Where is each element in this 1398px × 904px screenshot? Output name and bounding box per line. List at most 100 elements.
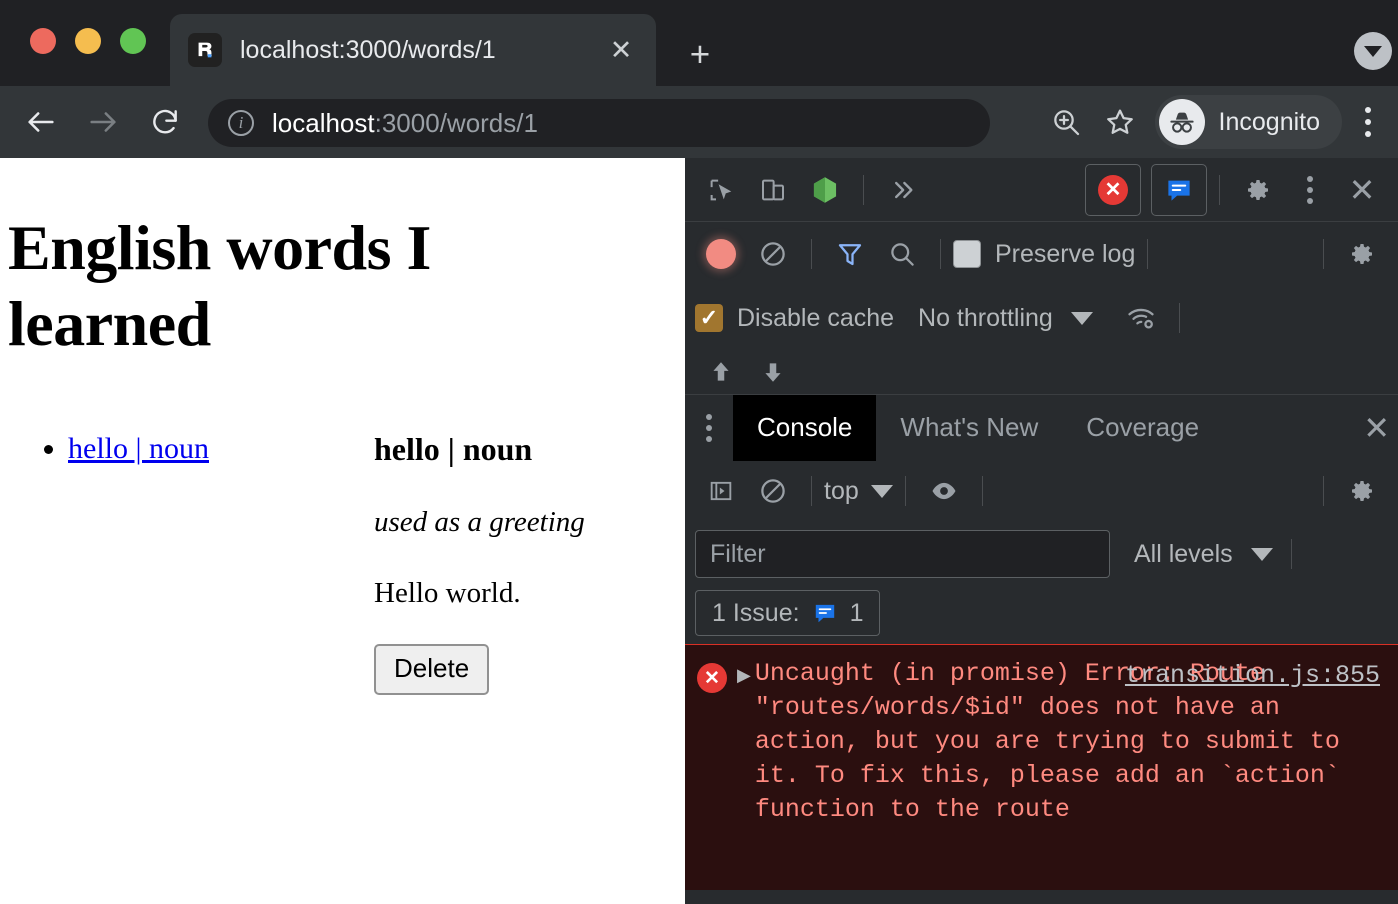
chevron-down-icon (1251, 548, 1273, 561)
kebab-menu-icon[interactable] (685, 395, 733, 461)
chevron-down-icon[interactable] (1354, 32, 1392, 70)
node-hexagon-icon[interactable] (799, 164, 851, 216)
console-error-source-link[interactable]: transition.js:855 (1125, 661, 1380, 690)
preserve-log-checkbox[interactable] (953, 240, 981, 268)
chevron-down-icon[interactable] (871, 485, 893, 498)
tab-whats-new[interactable]: What's New (876, 395, 1062, 461)
divider (940, 239, 941, 269)
device-toolbar-icon[interactable] (747, 164, 799, 216)
divider (811, 476, 812, 506)
info-circle-icon[interactable]: i (228, 110, 254, 136)
error-circle-icon: ✕ (697, 663, 727, 693)
tab-console[interactable]: Console (733, 395, 876, 461)
gear-icon[interactable] (1336, 465, 1388, 517)
console-sidebar-icon[interactable] (695, 465, 747, 517)
divider (1291, 539, 1292, 569)
divider (1323, 239, 1324, 269)
clear-no-entry-icon[interactable] (747, 465, 799, 517)
devtools-main-toolbar: ✕ ✕ (685, 158, 1398, 222)
issues-message-icon (1164, 175, 1194, 205)
network-toolbar: Preserve log (685, 222, 1398, 286)
funnel-icon[interactable] (824, 228, 876, 280)
navigation-toolbar: i localhost:3000/words/1 (0, 86, 1398, 158)
divider (863, 175, 864, 205)
dot (1307, 176, 1313, 182)
drawer-tab-bar: Console What's New Coverage ✕ (685, 394, 1398, 460)
dot (1307, 198, 1313, 204)
gear-icon[interactable] (1232, 164, 1284, 216)
dot (1307, 187, 1313, 193)
issues-badge[interactable] (1151, 164, 1207, 216)
arrow-down-icon[interactable] (747, 352, 799, 392)
preserve-log-label: Preserve log (995, 240, 1135, 269)
delete-button[interactable]: Delete (374, 644, 489, 695)
toolbar-right-actions: Incognito (1039, 86, 1398, 158)
close-x-icon[interactable]: ✕ (1336, 164, 1388, 216)
eye-icon[interactable] (918, 465, 970, 517)
tab-strip: localhost:3000/words/1 ✕ + (0, 0, 1398, 86)
divider (811, 239, 812, 269)
new-tab-button[interactable]: + (678, 32, 722, 76)
disable-cache-label: Disable cache (737, 304, 894, 333)
chevron-down-icon[interactable] (1071, 312, 1093, 325)
word-list: hello | noun (0, 431, 209, 467)
issues-count: 1 (850, 599, 864, 628)
issues-button[interactable]: 1 Issue: 1 (695, 590, 880, 636)
close-icon[interactable]: ✕ (604, 33, 638, 67)
dot (706, 425, 712, 431)
filter-input[interactable] (695, 530, 1110, 578)
arrow-left-icon[interactable] (16, 97, 66, 147)
search-icon[interactable] (876, 228, 928, 280)
dot (1365, 107, 1371, 113)
close-window-button[interactable] (30, 28, 56, 54)
word-list-ul: hello | noun (68, 431, 209, 467)
caret-shape (1364, 46, 1382, 57)
list-item: hello | noun (68, 431, 209, 467)
divider (1179, 303, 1180, 333)
chevrons-right-icon[interactable] (876, 164, 928, 216)
divider (1219, 175, 1220, 205)
record-circle-icon[interactable] (695, 228, 747, 280)
record-dot (706, 239, 736, 269)
issues-label: 1 Issue: (712, 599, 800, 628)
issues-bar: 1 Issue: 1 (685, 586, 1398, 644)
zoom-in-icon[interactable] (1039, 95, 1093, 149)
divider (1147, 239, 1148, 269)
star-icon[interactable] (1093, 95, 1147, 149)
network-conditions-row: ✓ Disable cache No throttling (685, 286, 1398, 350)
throttling-select[interactable]: No throttling (918, 304, 1053, 333)
divider (905, 476, 906, 506)
word-detail-title: hello | noun (374, 431, 674, 468)
tab-coverage[interactable]: Coverage (1062, 395, 1223, 461)
word-link[interactable]: hello | noun (68, 432, 209, 465)
address-bar[interactable]: i localhost:3000/words/1 (208, 99, 990, 147)
reload-icon[interactable] (140, 97, 190, 147)
arrow-up-icon[interactable] (695, 352, 747, 392)
browser-window: localhost:3000/words/1 ✕ + i (0, 0, 1398, 904)
error-circle-icon: ✕ (1098, 175, 1128, 205)
execution-context-select[interactable]: top (824, 477, 859, 506)
error-count-badge[interactable]: ✕ (1085, 164, 1141, 216)
minimize-window-button[interactable] (75, 28, 101, 54)
log-levels-value: All levels (1134, 540, 1233, 569)
inspect-cursor-icon[interactable] (695, 164, 747, 216)
clear-no-entry-icon[interactable] (747, 228, 799, 280)
disable-cache-checkbox[interactable]: ✓ (695, 304, 723, 332)
dot (1365, 119, 1371, 125)
log-levels-select[interactable]: All levels (1134, 540, 1273, 569)
close-x-icon[interactable]: ✕ (1363, 395, 1390, 461)
gear-icon[interactable] (1336, 228, 1388, 280)
console-filter-row: All levels (685, 522, 1398, 586)
arrow-right-icon[interactable] (78, 97, 128, 147)
incognito-indicator[interactable]: Incognito (1155, 95, 1342, 149)
maximize-window-button[interactable] (120, 28, 146, 54)
kebab-menu-icon[interactable] (1284, 164, 1336, 216)
tab-title: localhost:3000/words/1 (240, 36, 604, 65)
kebab-menu-icon[interactable] (1346, 95, 1390, 149)
disclosure-triangle-icon[interactable]: ▶ (737, 665, 751, 686)
console-output: ✕ ▶ Uncaught (in promise) Error: Route "… (685, 644, 1398, 890)
wifi-settings-icon[interactable] (1115, 292, 1167, 344)
dot (706, 414, 712, 420)
browser-tab[interactable]: localhost:3000/words/1 ✕ (170, 14, 656, 86)
url-text: localhost:3000/words/1 (272, 108, 538, 139)
